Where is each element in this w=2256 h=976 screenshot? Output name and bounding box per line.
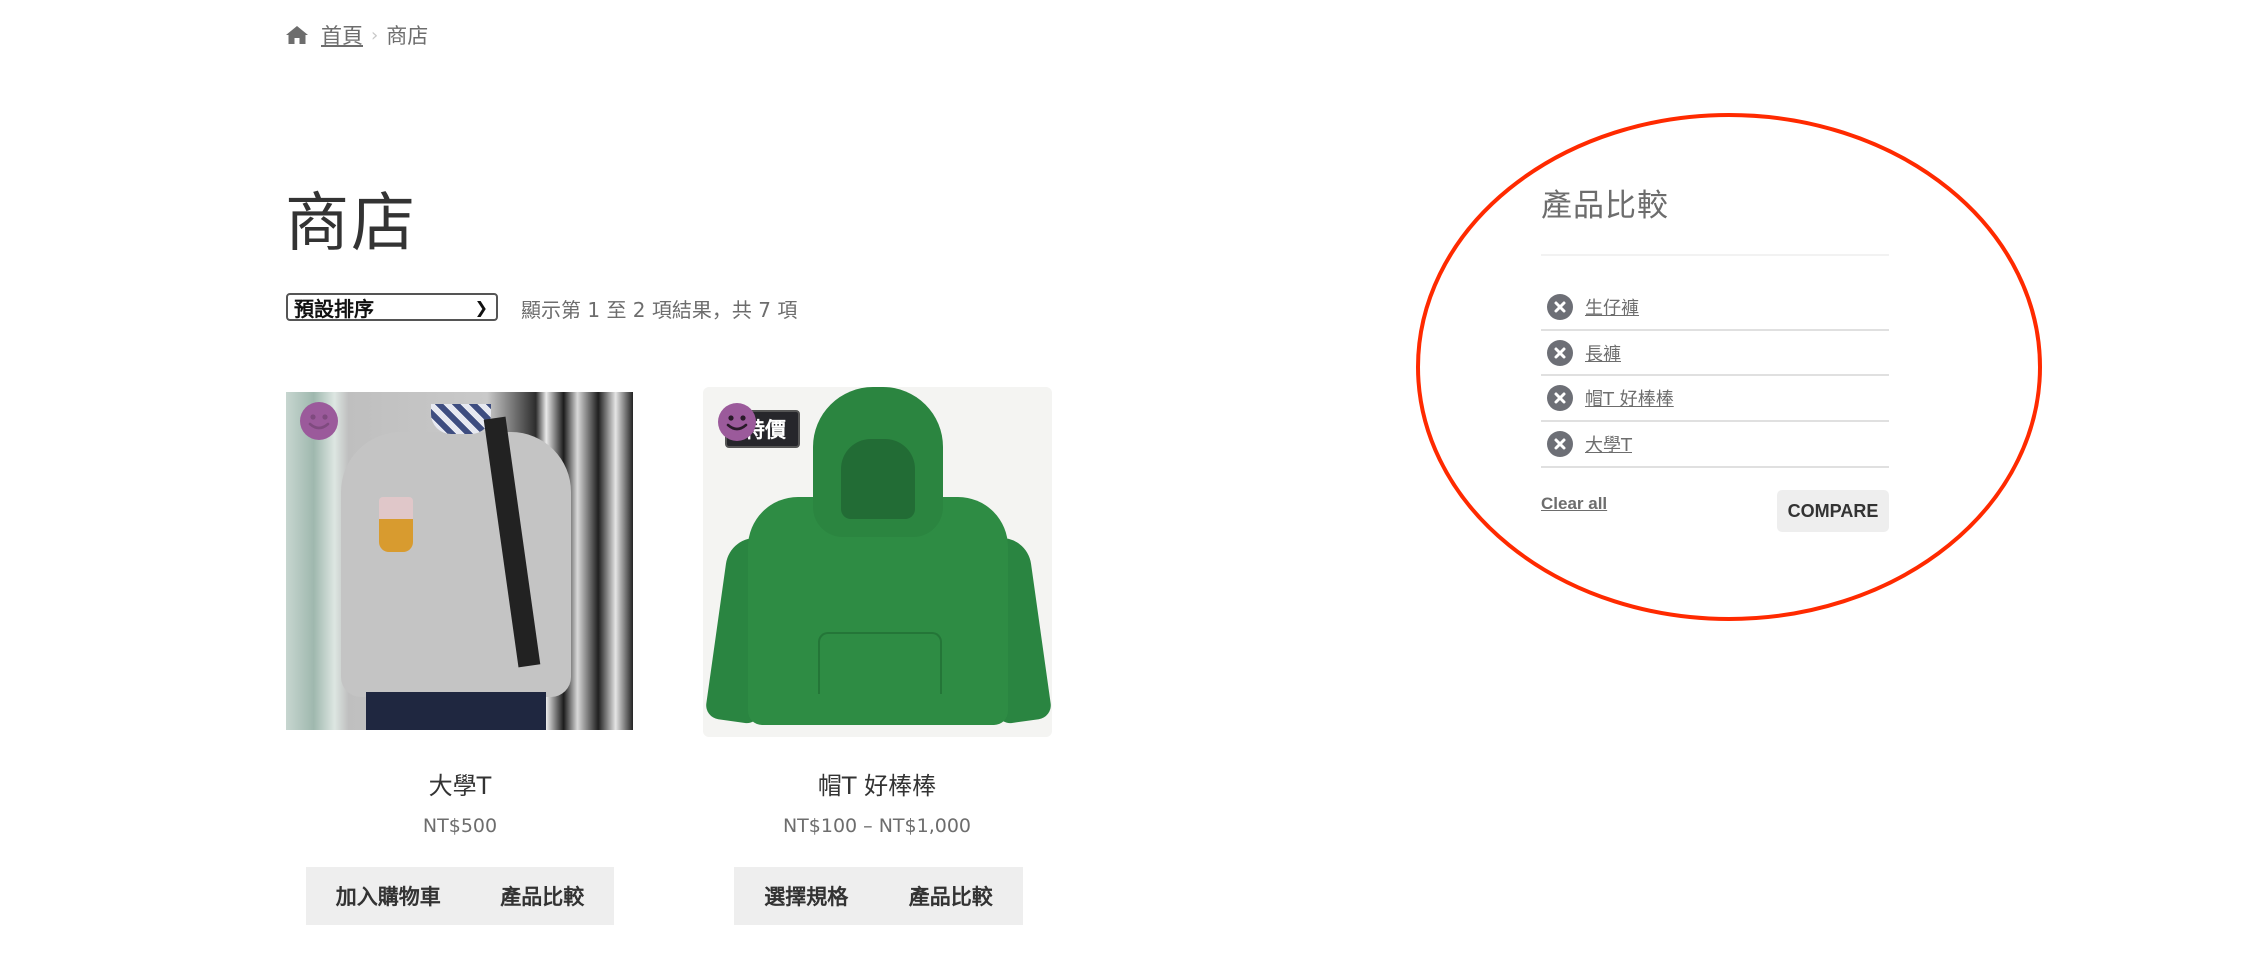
compare-widget-title: 產品比較	[1541, 188, 1669, 224]
sort-select[interactable]: 預設排序 ❯	[286, 293, 498, 321]
compare-list-item: 長褲	[1541, 331, 1889, 376]
compare-list-item: 生仔褲	[1541, 284, 1889, 331]
breadcrumb: 首頁 › 商店	[285, 20, 428, 50]
compare-item-link[interactable]: 大學T	[1585, 431, 1632, 457]
compare-item-link[interactable]: 帽T 好棒棒	[1585, 385, 1674, 411]
smiley-icon	[718, 403, 756, 441]
product-image[interactable]: 特價	[703, 387, 1052, 737]
home-icon[interactable]	[285, 24, 309, 46]
compare-list-item: 帽T 好棒棒	[1541, 376, 1889, 422]
product-price: NT$500	[422, 815, 498, 837]
compare-item-link[interactable]: 長褲	[1585, 340, 1621, 366]
add-to-cart-button[interactable]: 加入購物車	[336, 881, 441, 911]
breadcrumb-home-link[interactable]: 首頁	[321, 20, 363, 50]
product-actions: 選擇規格 產品比較	[734, 867, 1023, 925]
compare-button[interactable]: 產品比較	[500, 881, 584, 911]
sort-select-value: 預設排序	[294, 296, 374, 321]
result-count: 顯示第 1 至 2 項結果，共 7 項	[521, 298, 798, 322]
compare-item-link[interactable]: 生仔褲	[1585, 294, 1639, 320]
remove-circle-icon[interactable]	[1547, 339, 1573, 366]
breadcrumb-current: 商店	[386, 24, 429, 48]
product-name[interactable]: 帽T 好棒棒	[703, 766, 1051, 801]
product-image[interactable]	[286, 392, 633, 730]
divider	[1541, 254, 1889, 256]
remove-circle-icon[interactable]	[1547, 431, 1573, 457]
product-price: NT$100 – NT$1,000	[782, 815, 972, 837]
product-actions: 加入購物車 產品比較	[306, 867, 614, 925]
remove-circle-icon[interactable]	[1547, 293, 1573, 320]
compare-button[interactable]: 產品比較	[909, 881, 993, 911]
chevron-down-icon: ❯	[474, 297, 488, 317]
clear-all-link[interactable]: Clear all	[1541, 494, 1607, 514]
compare-list: 生仔褲 長褲 帽T 好棒棒 大學T	[1541, 284, 1889, 468]
page-title: 商店	[285, 187, 417, 261]
smiley-icon	[300, 402, 338, 440]
select-options-button[interactable]: 選擇規格	[764, 881, 848, 911]
compare-list-item: 大學T	[1541, 422, 1889, 468]
breadcrumb-separator: ›	[371, 24, 379, 46]
compare-submit-button[interactable]: COMPARE	[1777, 490, 1889, 532]
remove-circle-icon[interactable]	[1547, 385, 1573, 411]
product-name[interactable]: 大學T	[286, 766, 634, 801]
